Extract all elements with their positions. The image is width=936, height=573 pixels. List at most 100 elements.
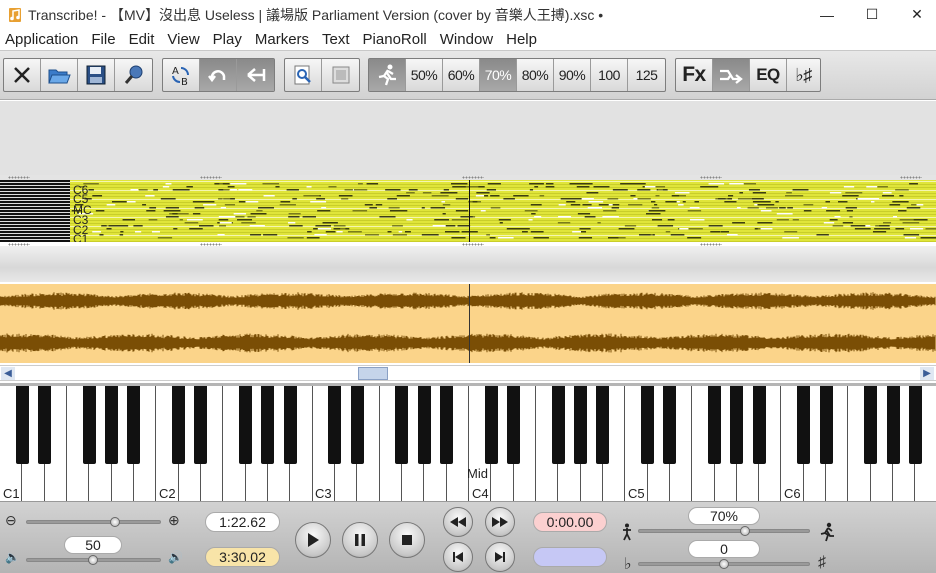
menu-application[interactable]: Application [5, 31, 78, 48]
black-key[interactable] [551, 386, 565, 464]
black-key[interactable] [172, 386, 186, 464]
speed-125-button[interactable]: 125 [628, 59, 665, 91]
ab-loop-button[interactable]: AB [163, 59, 200, 91]
zoom-view-button[interactable] [285, 59, 322, 91]
close-window-button[interactable]: ✕ [894, 0, 936, 29]
menu-markers[interactable]: Markers [255, 31, 309, 48]
black-key[interactable] [15, 386, 29, 464]
pitch-slider-thumb[interactable] [719, 559, 729, 569]
position-time: 1:22.62 [205, 512, 280, 532]
black-key[interactable] [440, 386, 454, 464]
open-file-button[interactable] [41, 59, 78, 91]
volume-slider-thumb[interactable] [88, 555, 98, 565]
scroll-left-icon[interactable]: ◀ [1, 367, 15, 380]
speed-slider[interactable] [638, 529, 810, 533]
menu-file[interactable]: File [91, 31, 115, 48]
pianoroll-panel[interactable]: C6 C5 MC C3 C2 C1 [0, 180, 936, 242]
scroll-right-icon[interactable]: ▶ [920, 367, 934, 380]
stop-button[interactable] [389, 522, 425, 558]
horizontal-scrollbar[interactable]: ◀ ▶ [0, 365, 936, 381]
note-bar [106, 228, 112, 230]
black-key[interactable] [574, 386, 588, 464]
resize-grip[interactable] [900, 176, 922, 179]
resize-grip[interactable] [8, 176, 30, 179]
speed-80-button[interactable]: 80% [517, 59, 554, 91]
menu-play[interactable]: Play [213, 31, 242, 48]
note-bar [145, 195, 155, 197]
skip-to-start-button[interactable] [443, 542, 473, 572]
skip-to-end-button[interactable] [485, 542, 515, 572]
note-bar [333, 225, 346, 227]
transpose-button[interactable] [713, 59, 750, 91]
eq-button[interactable]: EQ [750, 59, 787, 91]
black-key[interactable] [641, 386, 655, 464]
note-bar [843, 186, 855, 188]
back-to-start-button[interactable] [237, 59, 274, 91]
menu-window[interactable]: Window [440, 31, 493, 48]
black-key[interactable] [261, 386, 275, 464]
black-key[interactable] [484, 386, 498, 464]
minimize-button[interactable]: — [804, 0, 850, 29]
maximize-button[interactable]: ☐ [849, 0, 895, 29]
waveform-panel[interactable] [0, 284, 936, 363]
speed-70-button[interactable]: 70% [480, 59, 517, 91]
resize-grip[interactable] [200, 176, 222, 179]
menu-text[interactable]: Text [322, 31, 350, 48]
speed-mode-button[interactable] [369, 59, 406, 91]
zoom-slider-thumb[interactable] [110, 517, 120, 527]
resize-grip[interactable] [700, 176, 722, 179]
menu-help[interactable]: Help [506, 31, 537, 48]
black-key[interactable] [819, 386, 833, 464]
note-bar [288, 222, 296, 224]
black-key[interactable] [730, 386, 744, 464]
black-key[interactable] [328, 386, 342, 464]
black-key[interactable] [596, 386, 610, 464]
play-button[interactable] [295, 522, 331, 558]
zoom-in-icon[interactable]: ⊕ [168, 512, 180, 529]
black-key[interactable] [908, 386, 922, 464]
zoom-out-icon[interactable]: ⊖ [5, 512, 17, 529]
black-key[interactable] [797, 386, 811, 464]
close-file-button[interactable] [4, 59, 41, 91]
black-key[interactable] [283, 386, 297, 464]
black-key[interactable] [350, 386, 364, 464]
black-key[interactable] [663, 386, 677, 464]
menu-pianoroll[interactable]: PianoRoll [363, 31, 427, 48]
pause-button[interactable] [342, 522, 378, 558]
fx-button[interactable]: Fx [676, 59, 713, 91]
black-key[interactable] [38, 386, 52, 464]
speed-100-button[interactable]: 100 [591, 59, 628, 91]
loop-button[interactable] [200, 59, 237, 91]
black-key[interactable] [395, 386, 409, 464]
key-signature-button[interactable]: ♭♯ [787, 59, 820, 91]
save-file-button[interactable] [78, 59, 115, 91]
rewind-button[interactable] [443, 507, 473, 537]
black-key[interactable] [886, 386, 900, 464]
app-window: Transcribe! - 【MV】沒出息 Useless | 議場版 Parl… [0, 0, 936, 573]
black-key[interactable] [864, 386, 878, 464]
menu-view[interactable]: View [167, 31, 199, 48]
menu-edit[interactable]: Edit [129, 31, 155, 48]
piano-keyboard[interactable]: C1 C2 C3 C4 C5 C6 Mid [0, 383, 936, 501]
scroll-thumb[interactable] [358, 367, 388, 380]
black-key[interactable] [127, 386, 141, 464]
black-key[interactable] [507, 386, 521, 464]
resize-grip[interactable] [462, 176, 484, 179]
black-key[interactable] [105, 386, 119, 464]
page-view-button[interactable] [322, 59, 359, 91]
fast-forward-button[interactable] [485, 507, 515, 537]
black-key[interactable] [417, 386, 431, 464]
black-key[interactable] [82, 386, 96, 464]
black-key[interactable] [708, 386, 721, 464]
black-key[interactable] [752, 386, 766, 464]
note-bar [639, 234, 651, 236]
speed-90-button[interactable]: 90% [554, 59, 591, 91]
speed-60-button[interactable]: 60% [443, 59, 480, 91]
record-button[interactable] [115, 59, 152, 91]
black-key[interactable] [194, 386, 208, 464]
speed-slider-thumb[interactable] [740, 526, 750, 536]
zoom-slider[interactable] [26, 520, 161, 524]
note-bar [906, 207, 921, 209]
black-key[interactable] [239, 386, 253, 464]
speed-50-button[interactable]: 50% [406, 59, 443, 91]
